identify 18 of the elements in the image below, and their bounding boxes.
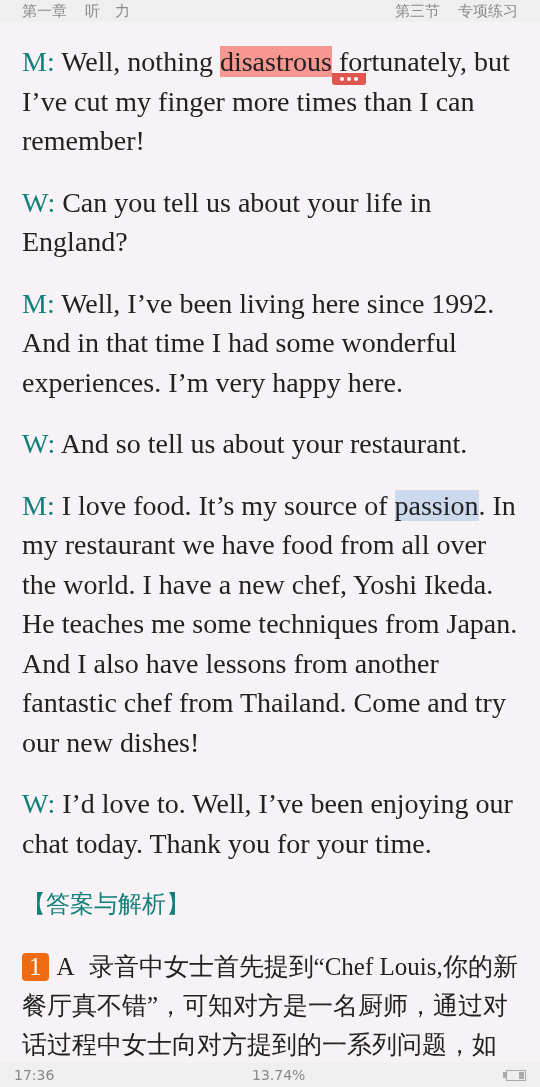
- clock-text: 17:36: [14, 1065, 55, 1085]
- section-label: 第三节: [395, 0, 440, 22]
- chapter-title: 听 力: [85, 0, 130, 22]
- dialogue-paragraph: W: And so tell us about your restaurant.: [22, 427, 469, 461]
- dialogue-paragraph: M: I love food. It’s my source of passion. In my restaurant we have food from all over the world. I have a new chef, Yoshi Ikeda. He teaches me some techniques from Japan. And I also have lessons from another fantastic chef from Thailand. Come and try our new dishes!: [22, 488, 518, 760]
- highlighted-word[interactable]: disastrous: [219, 46, 332, 77]
- battery-icon: [503, 1069, 526, 1081]
- explanation-text: 1 A 录音中女士首先提到“Chef Louis,你的新餐厅真不错”，可知对方是一名厨师，通过对话过程中女士向对方提到的一系列问题，如: [22, 951, 518, 1060]
- dialogue-paragraph: M: Well, nothing disastrous fortunately, but I’ve cut my finger more times than I can remember!: [22, 45, 511, 158]
- chapter-label: 第一章: [22, 0, 67, 22]
- answers-heading: 【答案与解析】: [22, 889, 191, 920]
- question-number-badge: 1: [22, 952, 49, 981]
- selected-word[interactable]: passion: [394, 489, 479, 521]
- section-title: 专项练习: [458, 0, 518, 22]
- dialogue-paragraph: W: Can you tell us about your life in England?: [22, 185, 433, 259]
- percentage-text: 13.74%: [252, 1065, 306, 1085]
- dialogue-paragraph: M: Well, I’ve been living here since 1992. And in that time I had some wonderful experiences. I’m very happy here.: [22, 286, 496, 400]
- dialogue-paragraph: W: I’d love to. Well, I’ve been enjoying our chat today. Thank you for your time.: [22, 787, 514, 861]
